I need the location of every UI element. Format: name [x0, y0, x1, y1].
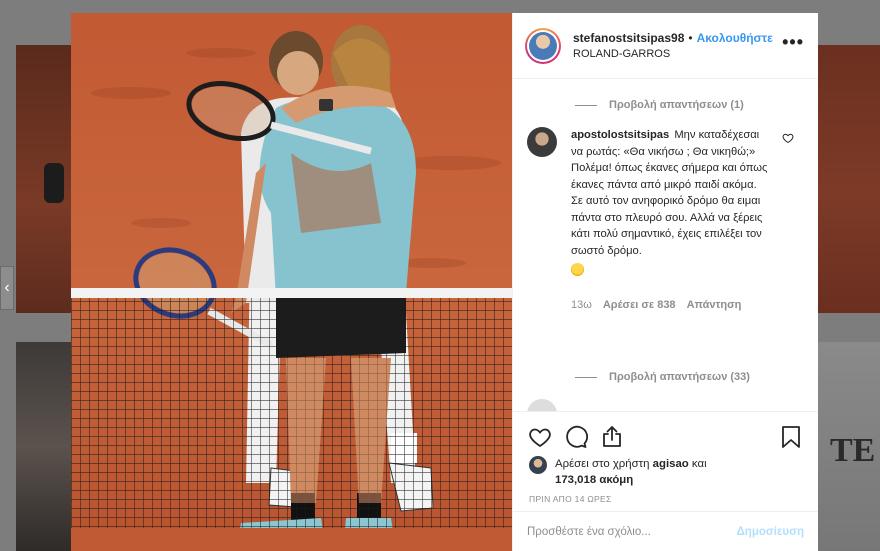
likes-summary: Αρέσει στο χρήστη agisao και 173,018 ακό… — [513, 452, 818, 488]
view-replies-button[interactable]: Προβολή απαντήσεων (1) — [575, 99, 744, 111]
background-feed-image — [16, 342, 71, 551]
comment-time[interactable]: 13ω — [571, 297, 592, 314]
post-header: stefanostsitsipas98 • Ακολουθήστε ROLAND… — [513, 13, 818, 79]
add-comment-bar: Δημοσίευση — [513, 511, 818, 551]
background-glyph: TE — [830, 432, 876, 469]
likes-text: Αρέσει στο χρήστη agisao και 173,018 ακό… — [555, 456, 707, 488]
heart-icon[interactable] — [527, 424, 553, 450]
liker-avatar[interactable] — [529, 456, 547, 474]
author-avatar[interactable] — [525, 27, 561, 64]
add-comment-input[interactable] — [527, 525, 737, 538]
face-with-tongue-emoji — [571, 263, 584, 276]
like-comment-heart-icon[interactable] — [782, 132, 794, 144]
bookmark-icon[interactable] — [778, 424, 804, 450]
author-username[interactable]: stefanostsitsipas98 — [573, 31, 684, 45]
background-feed-image — [16, 45, 71, 313]
post-timestamp[interactable]: ΠΡΙΝ ΑΠΟ 14 ΩΡΕΣ — [513, 488, 818, 504]
view-replies-label: Προβολή απαντήσεων (1) — [609, 99, 744, 111]
author-avatar-border — [527, 29, 559, 62]
comment-icon[interactable] — [563, 424, 589, 450]
post-details-panel: stefanostsitsipas98 • Ακολουθήστε ROLAND… — [512, 13, 818, 551]
post-header-text: stefanostsitsipas98 • Ακολουθήστε ROLAND… — [573, 31, 773, 60]
comment-item: apostolostsitsipas Μην καταδέχεσαι να ρω… — [527, 127, 802, 313]
comment-content: apostolostsitsipas Μην καταδέχεσαι να ρω… — [571, 127, 771, 259]
comment-body: apostolostsitsipas Μην καταδέχεσαι να ρω… — [571, 127, 771, 313]
header-separator: • — [688, 31, 693, 45]
post-photo-illustration — [71, 13, 512, 551]
liker-username[interactable]: agisao — [653, 458, 689, 470]
likes-prefix: Αρέσει στο χρήστη — [555, 458, 650, 470]
replies-divider-line — [575, 104, 597, 106]
post-location[interactable]: ROLAND-GARROS — [573, 48, 773, 60]
share-icon[interactable] — [599, 424, 625, 450]
post-header-line: stefanostsitsipas98 • Ακολουθήστε — [573, 31, 773, 45]
background-player-figure — [44, 163, 64, 203]
comment-meta: 13ω Αρέσει σε 838 Απάντηση — [571, 297, 771, 314]
author-avatar-image — [529, 31, 557, 60]
post-photo[interactable] — [71, 13, 512, 551]
comments-list[interactable]: Προβολή απαντήσεων (1) apostolostsitsipa… — [513, 79, 818, 411]
commenter-username[interactable]: apostolostsitsipas — [571, 129, 669, 141]
view-replies-button[interactable]: Προβολή απαντήσεων (33) — [575, 371, 750, 383]
comment-text: Μην καταδέχεσαι να ρωτάς: «Θα νικήσω ; Θ… — [571, 129, 768, 257]
follow-button[interactable]: Ακολουθήστε — [697, 31, 773, 45]
background-feed-image: TE — [818, 342, 880, 551]
likes-count[interactable]: 173,018 ακόμη — [555, 474, 633, 486]
action-bar — [513, 412, 818, 452]
previous-post-arrow[interactable]: ‹ — [0, 266, 14, 310]
reply-button[interactable]: Απάντηση — [687, 297, 742, 314]
post-comment-button[interactable]: Δημοσίευση — [737, 526, 804, 538]
more-options-icon[interactable]: ••• — [782, 33, 804, 51]
commenter-avatar[interactable] — [527, 127, 557, 157]
background-feed-image — [818, 45, 880, 313]
comment-likes[interactable]: Αρέσει σε 838 — [603, 297, 676, 314]
likes-conjunction: και — [691, 458, 707, 470]
next-comment-avatar — [527, 399, 557, 411]
post-actions-area: Αρέσει στο χρήστη agisao και 173,018 ακό… — [513, 411, 818, 551]
replies-divider-line — [575, 376, 597, 378]
view-replies-label: Προβολή απαντήσεων (33) — [609, 371, 750, 383]
